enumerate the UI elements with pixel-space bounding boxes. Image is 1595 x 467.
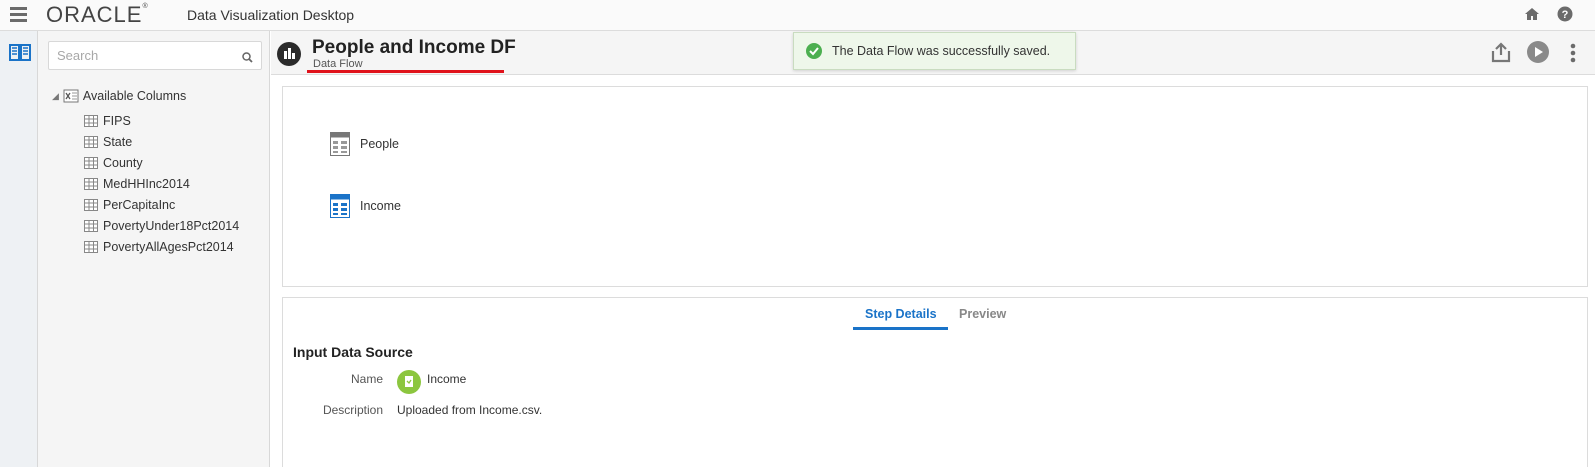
column-grid-icon — [84, 198, 98, 211]
oracle-logo: ORACLE® — [46, 2, 149, 27]
column-grid-icon — [84, 177, 98, 190]
help-icon[interactable]: ? — [1557, 6, 1573, 27]
search-input[interactable] — [49, 42, 229, 69]
column-list: FIPS State County MedHHInc2014 PerCapitaInc P… — [84, 110, 239, 257]
description-label: Description — [322, 403, 383, 417]
column-item[interactable]: FIPS — [84, 110, 239, 131]
tab-preview[interactable]: Preview — [959, 307, 1006, 321]
column-grid-icon — [84, 240, 98, 253]
top-bar: ORACLE® Data Visualization Desktop ? — [0, 0, 1595, 31]
name-value: Income — [427, 372, 467, 386]
data-source-icon — [397, 370, 421, 399]
data-flow-canvas[interactable]: People Income — [282, 86, 1588, 287]
tree-root-available-columns[interactable]: ◢ Available Columns — [52, 89, 186, 103]
data-flow-icon — [277, 42, 301, 66]
excel-file-icon — [63, 89, 79, 103]
column-grid-icon — [84, 219, 98, 232]
data-elements-panel: ◢ Available Columns FIPS State County MedHH… — [38, 31, 270, 467]
tab-step-details[interactable]: Step Details — [865, 307, 937, 321]
active-tab-indicator — [853, 327, 948, 330]
column-grid-icon — [84, 156, 98, 169]
dataset-table-icon-selected — [330, 194, 350, 218]
column-item[interactable]: MedHHInc2014 — [84, 173, 239, 194]
tree-root-label: Available Columns — [82, 89, 187, 103]
left-rail — [0, 31, 38, 467]
success-toast: The Data Flow was successfully saved. — [793, 32, 1076, 70]
home-icon[interactable] — [1524, 6, 1540, 27]
name-label: Name — [350, 372, 383, 386]
node-income[interactable]: Income — [330, 194, 401, 218]
app-title: Data Visualization Desktop — [187, 7, 355, 23]
svg-text:?: ? — [1562, 9, 1569, 21]
column-item[interactable]: State — [84, 131, 239, 152]
column-item[interactable]: PovertyAllAgesPct2014 — [84, 236, 239, 257]
column-item[interactable]: PovertyUnder18Pct2014 — [84, 215, 239, 236]
run-play-icon[interactable] — [1527, 41, 1549, 68]
more-options-icon[interactable] — [1570, 43, 1576, 68]
search-box — [48, 41, 262, 70]
column-label: PovertyAllAgesPct2014 — [103, 239, 234, 254]
column-label: County — [103, 155, 143, 170]
oracle-logo-text: ORACLE — [46, 2, 143, 27]
collapse-triangle-icon[interactable]: ◢ — [52, 91, 59, 102]
column-item[interactable]: PerCapitaInc — [84, 194, 239, 215]
dataset-table-icon — [330, 132, 350, 156]
column-label: State — [103, 134, 133, 149]
page-title[interactable]: People and Income DF — [312, 37, 516, 59]
hamburger-menu-icon[interactable] — [10, 7, 27, 23]
search-icon[interactable] — [242, 50, 253, 68]
column-label: FIPS — [103, 113, 131, 128]
step-details-panel: Step Details Preview Input Data Source N… — [282, 297, 1588, 467]
description-value: Uploaded from Income.csv. — [397, 403, 543, 417]
page-subtitle: Data Flow — [313, 58, 363, 70]
success-check-icon — [806, 43, 822, 64]
column-grid-icon — [84, 114, 98, 127]
share-export-icon[interactable] — [1490, 41, 1512, 68]
section-title: Input Data Source — [293, 344, 413, 360]
column-label: PovertyUnder18Pct2014 — [103, 218, 240, 233]
column-item[interactable]: County — [84, 152, 239, 173]
data-panel-book-icon[interactable] — [8, 42, 32, 67]
title-underline — [307, 70, 504, 73]
column-grid-icon — [84, 135, 98, 148]
node-label: People — [360, 137, 399, 151]
node-label: Income — [360, 199, 401, 213]
toast-message: The Data Flow was successfully saved. — [832, 44, 1051, 58]
column-label: MedHHInc2014 — [103, 176, 190, 191]
node-people[interactable]: People — [330, 132, 399, 156]
column-label: PerCapitaInc — [103, 197, 176, 212]
